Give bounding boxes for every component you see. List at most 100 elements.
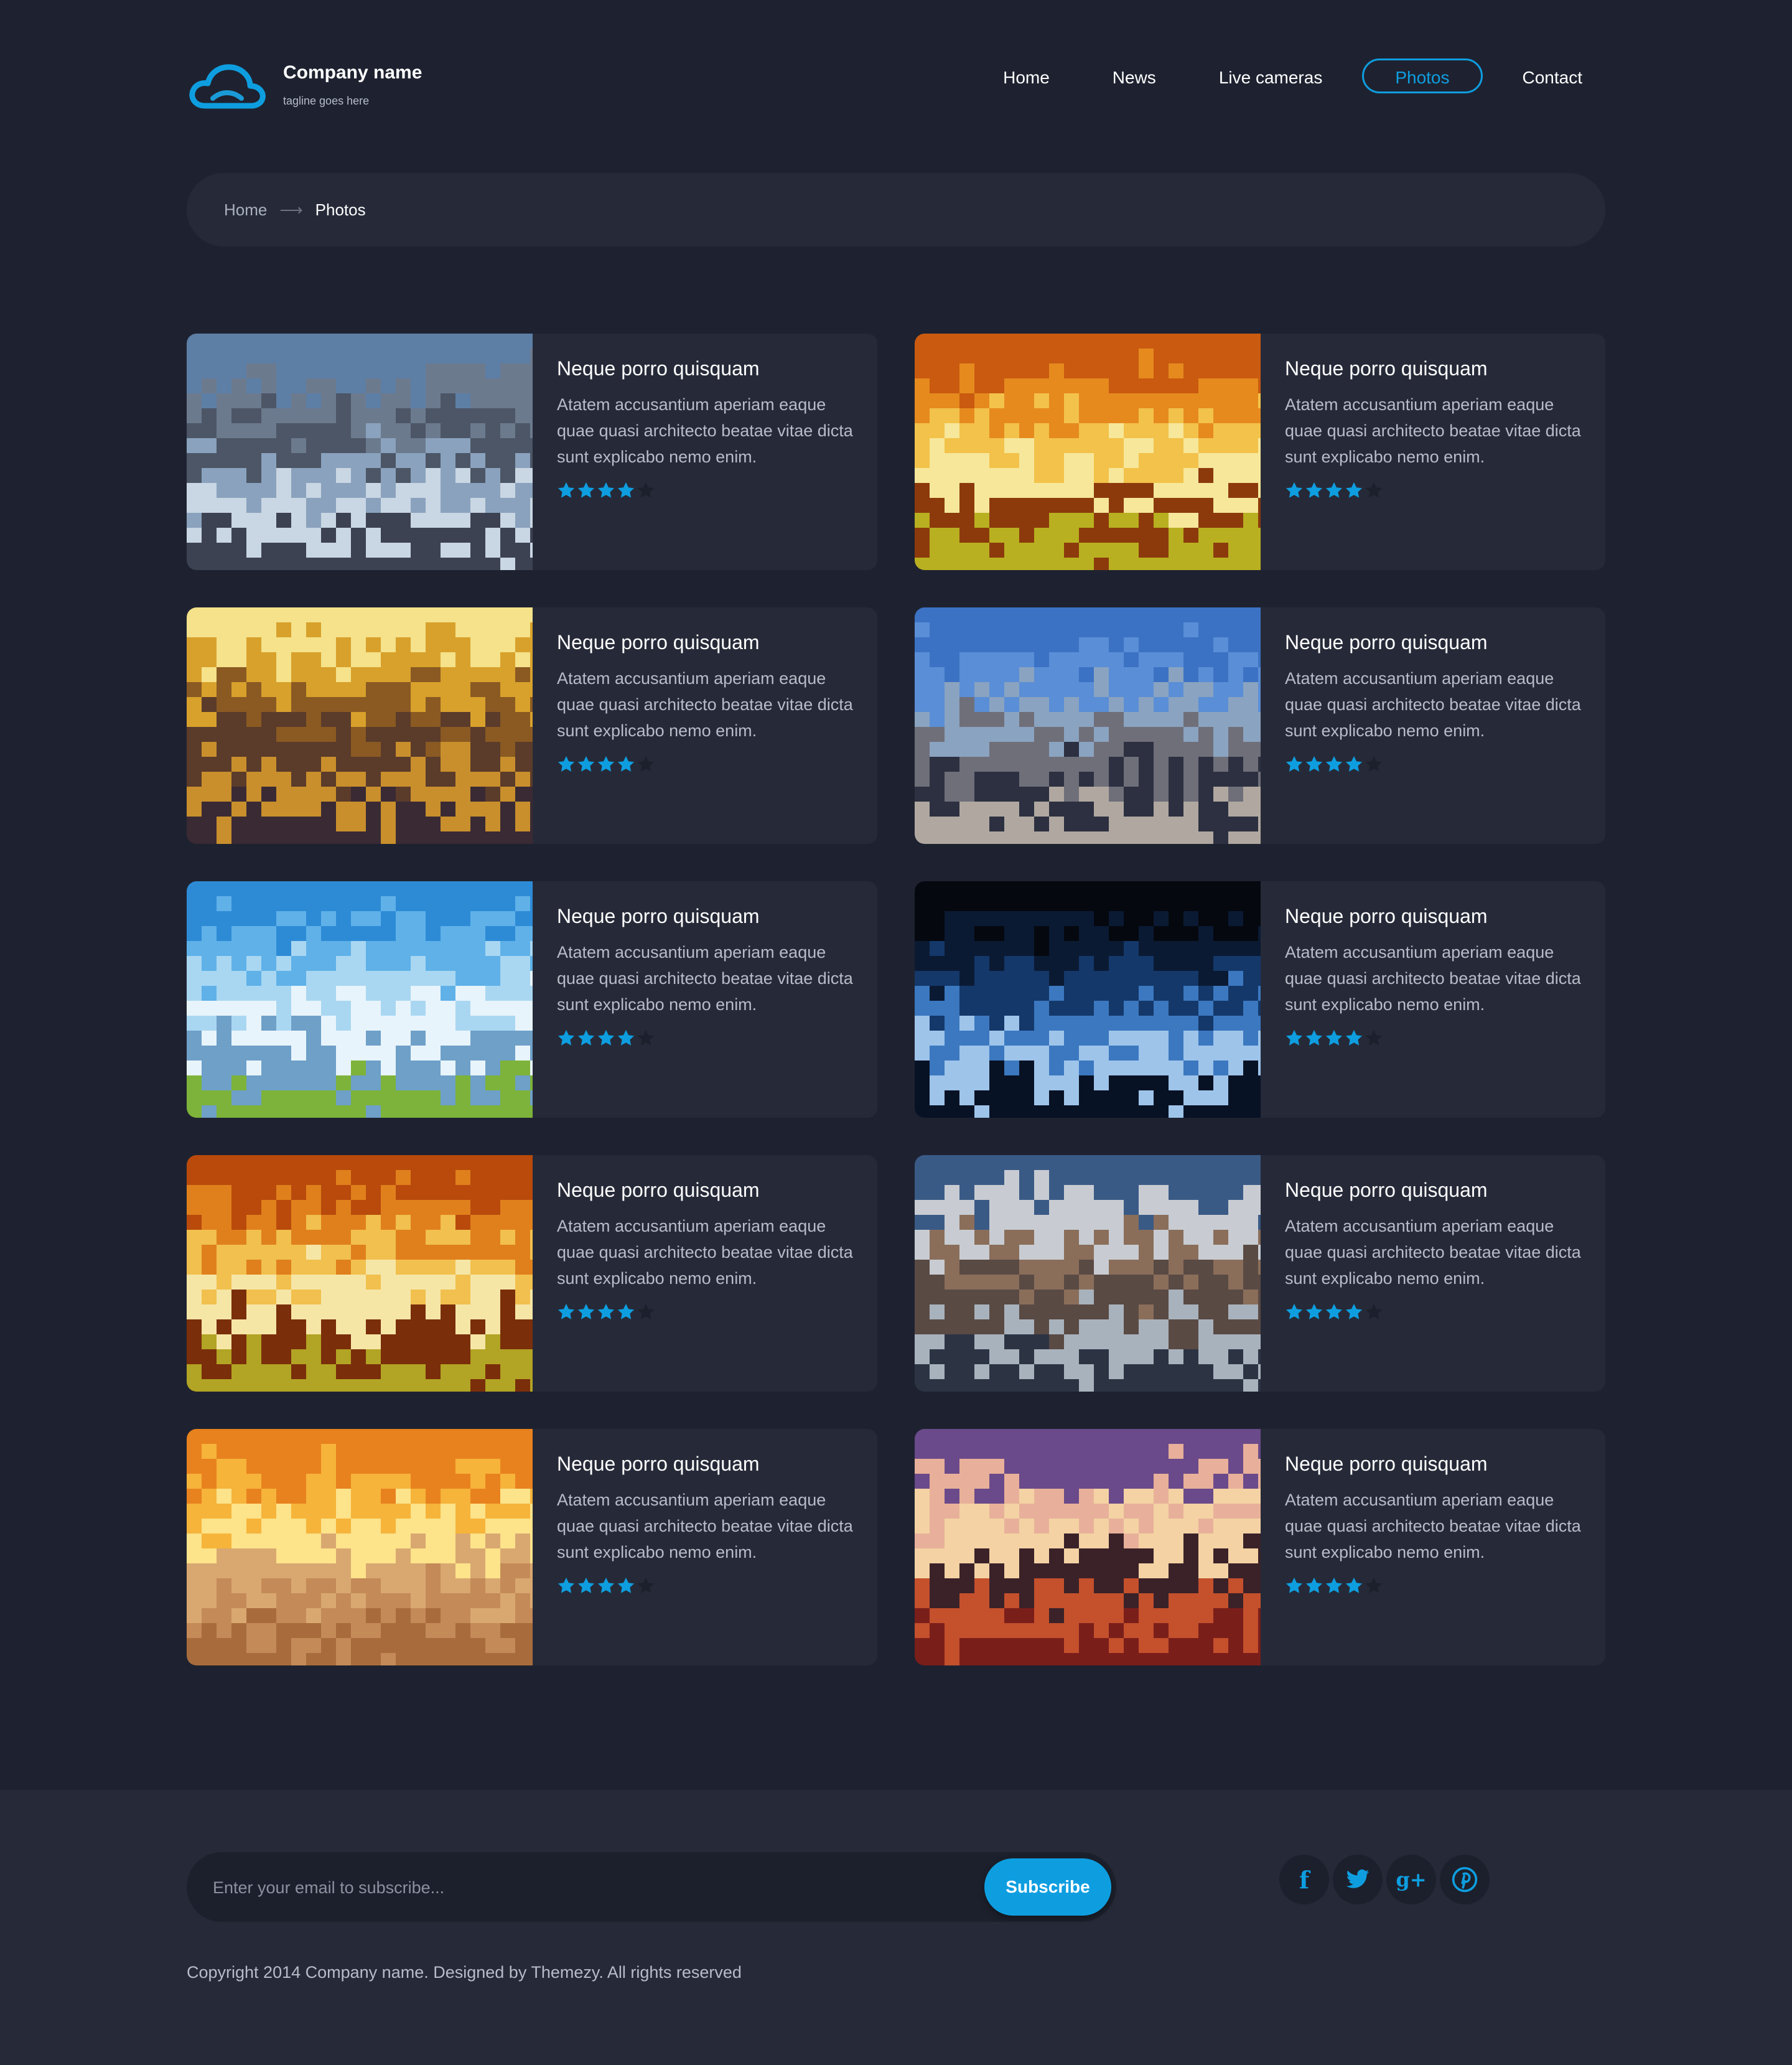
breadcrumb-home-link[interactable]: Home xyxy=(224,200,267,220)
star-icon xyxy=(558,1029,575,1046)
star-icon xyxy=(1325,482,1343,498)
arrow-right-icon: ⟶ xyxy=(279,200,303,219)
photo-card-body: Neque porro quisquam Atatem accusantium a… xyxy=(1285,1453,1584,1595)
photo-card-description: Atatem accusantium aperiam eaque quae qu… xyxy=(1285,1491,1581,1562)
company-name[interactable]: Company name xyxy=(283,62,422,83)
photo-card[interactable]: Neque porro quisquam Atatem accusantium a… xyxy=(915,334,1605,570)
photo-card-body: Neque porro quisquam Atatem accusantium a… xyxy=(557,905,856,1047)
star-icon xyxy=(1345,482,1363,498)
photo-card[interactable]: Neque porro quisquam Atatem accusantium a… xyxy=(187,334,877,570)
star-rating xyxy=(557,1576,856,1595)
photo-card-body: Neque porro quisquam Atatem accusantium a… xyxy=(1285,905,1584,1047)
star-icon xyxy=(617,482,635,498)
nav-item-news[interactable]: News xyxy=(1090,59,1179,93)
star-icon xyxy=(617,1029,635,1046)
photo-thumbnail[interactable] xyxy=(915,881,1261,1118)
star-icon xyxy=(1286,482,1303,498)
google-plus-icon[interactable]: g+ xyxy=(1386,1855,1436,1904)
photo-card-description: Atatem accusantium aperiam eaque quae qu… xyxy=(557,1491,853,1562)
star-icon xyxy=(1305,1577,1323,1593)
site-header: Company name tagline goes here Home News… xyxy=(187,56,1605,124)
star-icon xyxy=(597,1029,615,1046)
nav-item-photos[interactable]: Photos xyxy=(1362,59,1483,93)
star-icon xyxy=(577,756,595,772)
star-icon xyxy=(558,482,575,498)
subscribe-button[interactable]: Subscribe xyxy=(984,1858,1111,1916)
star-icon xyxy=(597,756,615,772)
photo-card-title[interactable]: Neque porro quisquam xyxy=(1285,905,1584,928)
star-icon xyxy=(1286,1303,1303,1319)
star-icon xyxy=(617,1577,635,1593)
photo-card-description: Atatem accusantium aperiam eaque quae qu… xyxy=(557,395,853,466)
star-icon xyxy=(1325,1303,1343,1319)
social-links: f g+ xyxy=(1279,1855,1493,1904)
company-tagline: tagline goes here xyxy=(283,95,370,107)
star-icon xyxy=(597,1303,615,1319)
photo-thumbnail[interactable] xyxy=(187,334,533,570)
star-icon xyxy=(1345,1577,1363,1593)
photo-card-title[interactable]: Neque porro quisquam xyxy=(1285,1453,1584,1476)
photo-card[interactable]: Neque porro quisquam Atatem accusantium a… xyxy=(915,1429,1605,1665)
star-rating xyxy=(557,1029,856,1047)
photo-thumbnail[interactable] xyxy=(187,607,533,844)
star-icon xyxy=(558,1303,575,1319)
star-icon xyxy=(1365,1029,1383,1046)
photo-card-title[interactable]: Neque porro quisquam xyxy=(557,1453,856,1476)
copyright-text: Copyright 2014 Company name. Designed by… xyxy=(187,1963,742,1982)
star-icon xyxy=(1286,1029,1303,1046)
photo-card-title[interactable]: Neque porro quisquam xyxy=(557,357,856,380)
photo-card-title[interactable]: Neque porro quisquam xyxy=(557,1179,856,1202)
photo-card[interactable]: Neque porro quisquam Atatem accusantium a… xyxy=(187,607,877,844)
star-icon xyxy=(1305,1303,1323,1319)
star-icon xyxy=(1305,482,1323,498)
breadcrumb-current: Photos xyxy=(315,200,366,219)
photo-card-title[interactable]: Neque porro quisquam xyxy=(557,905,856,928)
photo-thumbnail[interactable] xyxy=(915,1155,1261,1392)
photo-thumbnail[interactable] xyxy=(915,1429,1261,1665)
star-icon xyxy=(577,1577,595,1593)
nav-item-home[interactable]: Home xyxy=(980,59,1073,93)
nav-item-contact[interactable]: Contact xyxy=(1500,59,1606,93)
photo-card[interactable]: Neque porro quisquam Atatem accusantium a… xyxy=(915,1155,1605,1392)
pinterest-icon[interactable] xyxy=(1440,1855,1490,1904)
star-icon xyxy=(637,756,655,772)
facebook-icon[interactable]: f xyxy=(1279,1855,1329,1904)
star-icon xyxy=(1345,756,1363,772)
photo-thumbnail[interactable] xyxy=(187,1155,533,1392)
star-icon xyxy=(1286,756,1303,772)
photo-thumbnail[interactable] xyxy=(915,334,1261,570)
photo-thumbnail[interactable] xyxy=(187,881,533,1118)
photo-card[interactable]: Neque porro quisquam Atatem accusantium a… xyxy=(915,881,1605,1118)
photo-card-description: Atatem accusantium aperiam eaque quae qu… xyxy=(1285,395,1581,466)
photo-card[interactable]: Neque porro quisquam Atatem accusantium a… xyxy=(915,607,1605,844)
breadcrumb: Home ⟶ Photos xyxy=(187,173,1605,246)
photo-thumbnail[interactable] xyxy=(187,1429,533,1665)
photo-card-description: Atatem accusantium aperiam eaque quae qu… xyxy=(557,669,853,740)
photo-card-title[interactable]: Neque porro quisquam xyxy=(557,631,856,654)
star-icon xyxy=(637,1029,655,1046)
twitter-icon[interactable] xyxy=(1333,1855,1383,1904)
photo-card[interactable]: Neque porro quisquam Atatem accusantium a… xyxy=(187,1429,877,1665)
star-rating xyxy=(1285,1029,1584,1047)
page: Company name tagline goes here Home News… xyxy=(0,0,1792,2065)
photo-card-body: Neque porro quisquam Atatem accusantium a… xyxy=(1285,631,1584,774)
photo-card[interactable]: Neque porro quisquam Atatem accusantium a… xyxy=(187,1155,877,1392)
star-rating xyxy=(1285,481,1584,500)
star-icon xyxy=(1345,1029,1363,1046)
photo-thumbnail[interactable] xyxy=(915,607,1261,844)
email-subscribe-input[interactable] xyxy=(212,1852,961,1923)
photo-card-body: Neque porro quisquam Atatem accusantium a… xyxy=(557,357,856,500)
photo-card-title[interactable]: Neque porro quisquam xyxy=(1285,357,1584,380)
photo-card-title[interactable]: Neque porro quisquam xyxy=(1285,631,1584,654)
star-icon xyxy=(577,1303,595,1319)
star-icon xyxy=(1365,1577,1383,1593)
subscribe-form: Subscribe xyxy=(187,1852,1116,1923)
photo-card-title[interactable]: Neque porro quisquam xyxy=(1285,1179,1584,1202)
site-footer: Subscribe f g+ Copyright 2014 Company na… xyxy=(0,1790,1792,2065)
cloud-icon[interactable] xyxy=(187,61,266,111)
nav-item-live-cameras[interactable]: Live cameras xyxy=(1196,59,1346,93)
photo-card[interactable]: Neque porro quisquam Atatem accusantium a… xyxy=(187,881,877,1118)
photo-card-description: Atatem accusantium aperiam eaque quae qu… xyxy=(557,1217,853,1288)
star-rating xyxy=(1285,755,1584,774)
star-icon xyxy=(1365,482,1383,498)
